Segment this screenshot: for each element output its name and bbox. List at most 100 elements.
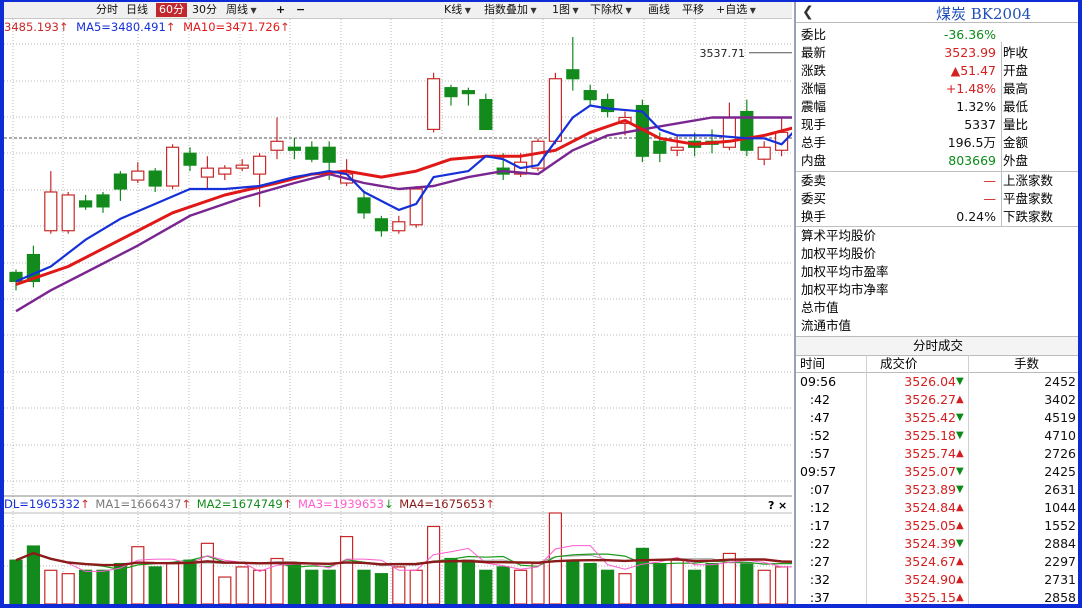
quote-label: 现手 [801, 117, 827, 132]
ma10-line [15, 119, 792, 286]
down-triangle-icon: ▼ [956, 376, 964, 387]
adjust-dropdown-label: 下除权 [590, 3, 623, 16]
help-button[interactable]: ? [768, 498, 774, 514]
volume-bar [287, 562, 301, 604]
layout-dropdown[interactable]: 1图 ▼ [552, 3, 579, 17]
quote-row: 震幅 1.32% 最低 [796, 98, 1078, 116]
tick-row[interactable]: 09:56 3526.04 ▼ 2452 [796, 373, 1078, 391]
tick-row[interactable]: :37 3525.15 ▲ 2858 [796, 589, 1078, 604]
volume-bar [357, 569, 371, 604]
tick-row[interactable]: :27 3524.67 ▲ 2297 [796, 553, 1078, 571]
tick-row[interactable]: :22 3524.39 ▼ 2884 [796, 535, 1078, 553]
quote-label: 委卖 [801, 173, 827, 188]
chevron-down-icon: ▼ [248, 6, 257, 15]
tick-row[interactable]: 09:57 3525.07 ▼ 2425 [796, 463, 1078, 481]
tick-row[interactable]: :32 3524.90 ▲ 2731 [796, 571, 1078, 589]
tick-row[interactable]: :07 3523.89 ▼ 2631 [796, 481, 1078, 499]
index-overlay-dropdown[interactable]: 指数叠加 ▼ [484, 3, 537, 17]
tick-time: 09:57 [800, 464, 837, 479]
tick-time: 09:56 [800, 374, 837, 389]
volume-bar [305, 569, 319, 604]
tick-volume: 2858 [1044, 590, 1076, 604]
tick-section-title: 分时成交 [796, 336, 1078, 356]
candle-body [253, 155, 267, 175]
tick-row[interactable]: :12 3524.84 ▲ 1044 [796, 499, 1078, 517]
volume-bar [253, 569, 267, 604]
tick-volume: 2631 [1044, 482, 1076, 497]
volume-bar [531, 562, 545, 604]
period-dropdown[interactable]: 周线 ▼ [226, 3, 257, 17]
chevron-left-icon[interactable]: ❮ [802, 4, 814, 20]
tick-time: :22 [809, 536, 830, 551]
chart-area[interactable]: 3537.71 3485.193↑ MA5=3480.491↑ MA10=347… [4, 19, 792, 604]
candle-body [131, 170, 145, 181]
volume-bar [96, 569, 110, 604]
tick-row[interactable]: :57 3525.74 ▲ 2726 [796, 445, 1078, 463]
tick-row[interactable]: :52 3525.18 ▼ 4710 [796, 427, 1078, 445]
period-tab-intraday[interactable]: 分时 [96, 3, 118, 17]
vol-ma2-text: MA2=1674749 [196, 497, 283, 511]
candle-body [183, 152, 197, 166]
tick-time: :07 [809, 482, 830, 497]
watchlist-dropdown-label: +自选 [716, 3, 748, 16]
quote-value: -36.36% [943, 27, 996, 42]
volume-bar [496, 566, 510, 604]
tick-volume: 2884 [1044, 536, 1076, 551]
quote-row: 总手 196.5万 金额 [796, 134, 1078, 152]
quote-row: 涨跌 ▲51.47 开盘 [796, 62, 1078, 80]
candle-body [148, 170, 162, 187]
chevron-down-icon: ▼ [462, 6, 471, 15]
watchlist-dropdown[interactable]: +自选 ▼ [716, 3, 756, 17]
divider [796, 171, 1078, 172]
col-time: 时间 [800, 356, 826, 371]
quote-right-label: 平盘家数 [1003, 191, 1054, 206]
close-indicator-button[interactable]: × [778, 498, 787, 514]
tick-price: 3525.42 [904, 410, 956, 425]
tick-time: :52 [809, 428, 830, 443]
volume-bar [374, 573, 388, 604]
kline-dropdown[interactable]: K线 ▼ [444, 3, 471, 17]
candlestick-chart[interactable]: 3537.71 [4, 19, 792, 604]
up-arrow-icon: ↑ [485, 497, 495, 511]
quote-label: 换手 [801, 209, 827, 224]
candle-body [78, 200, 93, 208]
volume-bar [635, 547, 650, 604]
tick-price: 3525.18 [904, 428, 956, 443]
quote-header: ❮ 煤炭 BK2004 [796, 2, 1078, 23]
down-triangle-icon: ▼ [956, 466, 964, 477]
quote-row: 现手 5337 量比 [796, 116, 1078, 134]
column-divider [1001, 42, 1002, 226]
tick-row[interactable]: :17 3525.05 ▲ 1552 [796, 517, 1078, 535]
tick-volume: 2425 [1044, 464, 1076, 479]
candle-body [322, 146, 336, 163]
candle-body [461, 90, 475, 95]
candle-body [479, 98, 493, 130]
down-triangle-icon: ▼ [956, 538, 964, 549]
tick-volume: 1552 [1044, 518, 1076, 533]
tick-price: 3525.07 [904, 464, 956, 479]
volume-bar [618, 573, 632, 604]
index-overlay-label: 指数叠加 [484, 3, 528, 16]
tick-time: :47 [809, 410, 830, 425]
tick-row[interactable]: :42 3526.27 ▲ 3402 [796, 391, 1078, 409]
volume-bar [774, 566, 789, 604]
stat-label: 总市值 [801, 300, 839, 315]
volume-bar [670, 559, 684, 604]
tick-row[interactable]: :47 3525.42 ▼ 4519 [796, 409, 1078, 427]
adjust-dropdown[interactable]: 下除权 ▼ [590, 3, 632, 17]
zoom-out-button[interactable]: − [296, 3, 305, 17]
volume-indicator-line: DL=1965332↑ MA1=1666437↑ MA2=1674749↑ MA… [4, 496, 495, 512]
quote-label: 内盘 [801, 153, 827, 168]
candle-body [548, 78, 563, 142]
period-tab-daily[interactable]: 日线 [126, 3, 148, 17]
period-tab-30min[interactable]: 30分 [192, 3, 217, 17]
zoom-in-button[interactable]: + [276, 3, 285, 17]
volume-bar [131, 546, 145, 604]
candle-body [409, 188, 423, 226]
candle-body [670, 146, 684, 151]
tick-volume: 2452 [1044, 374, 1076, 389]
candle-body [305, 146, 319, 160]
pan-button[interactable]: 平移 [682, 3, 704, 17]
period-tab-60min[interactable]: 60分 [156, 3, 187, 17]
draw-line-button[interactable]: 画线 [648, 3, 670, 17]
